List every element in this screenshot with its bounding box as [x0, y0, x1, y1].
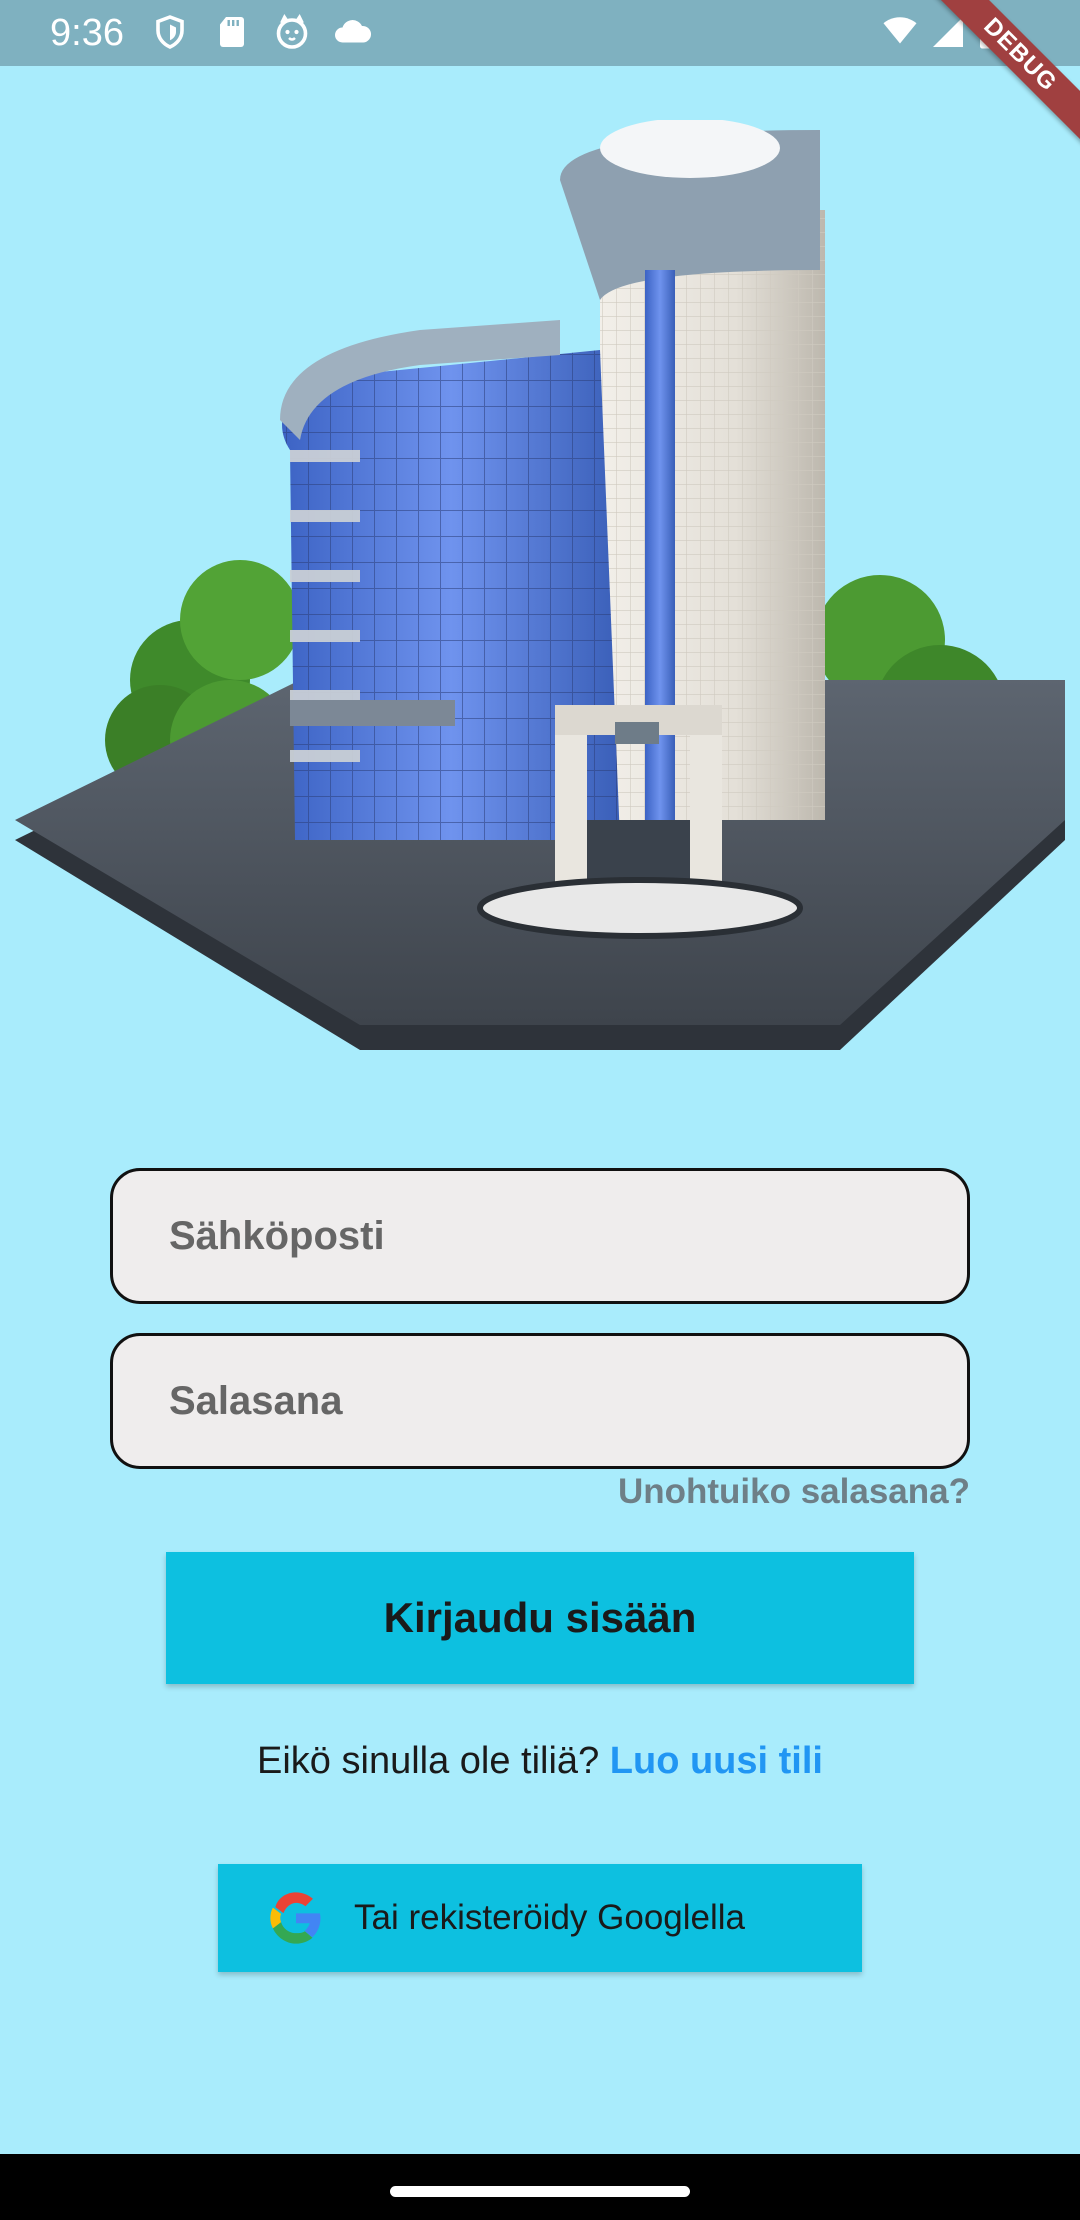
password-input[interactable] [169, 1336, 967, 1466]
status-bar: 9:36 DEBUG [0, 0, 1080, 159]
no-account-text: Eikö sinulla ole tiliä? [257, 1740, 600, 1782]
shield-icon [156, 15, 184, 49]
cloud-icon [335, 20, 372, 43]
email-field[interactable] [110, 1168, 970, 1304]
google-signup-label: Tai rekisteröidy Googlella [354, 1898, 746, 1937]
home-gesture-handle[interactable] [390, 2186, 690, 2197]
google-signup-button[interactable]: Tai rekisteröidy Googlella [218, 1864, 862, 1972]
system-navigation-bar [0, 2154, 1080, 2220]
google-logo-icon [270, 1892, 321, 1944]
sd-card-icon [220, 17, 244, 47]
wifi-icon [883, 17, 917, 44]
login-button[interactable]: Kirjaudu sisään [166, 1552, 914, 1684]
office-building-illustration [15, 120, 1065, 1050]
status-time: 9:36 [50, 12, 124, 54]
password-field[interactable] [110, 1333, 970, 1469]
create-account-link[interactable]: Luo uusi tili [610, 1740, 823, 1782]
email-input[interactable] [169, 1171, 967, 1301]
cat-face-icon [276, 14, 308, 49]
signup-row: Eikö sinulla ole tiliä? Luo uusi tili [0, 1740, 1080, 1783]
forgot-password-link[interactable]: Unohtuiko salasana? [618, 1472, 970, 1512]
